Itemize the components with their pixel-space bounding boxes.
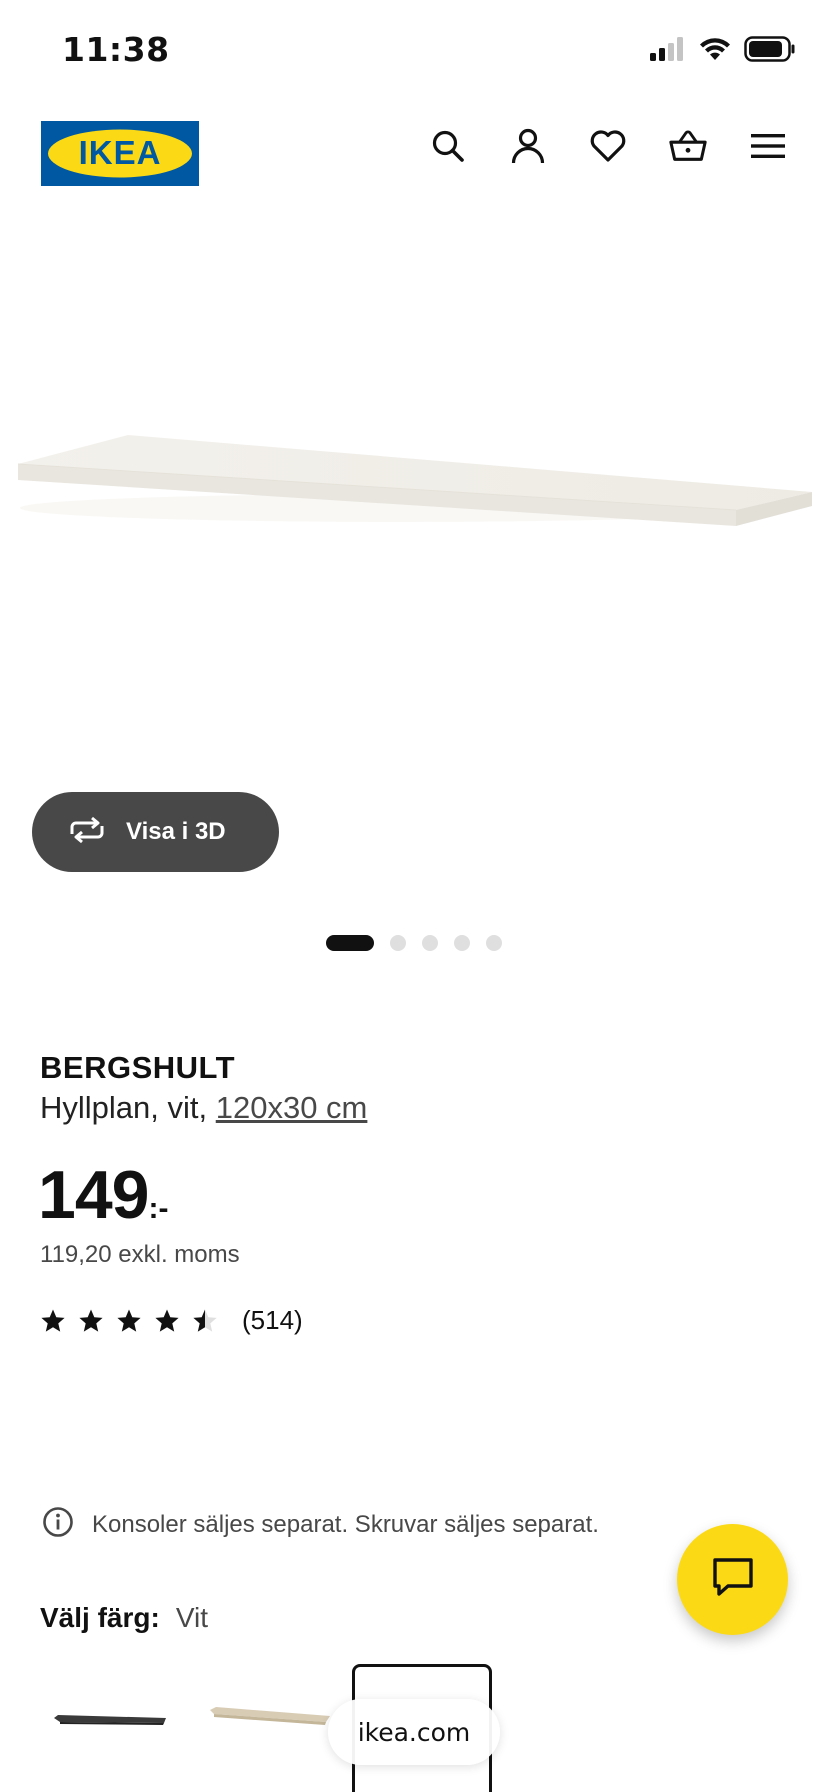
heart-icon[interactable]: [588, 126, 628, 166]
product-page: 11:38 IKEA Visa i 3D BERGSHULT Hyllplan,…: [0, 0, 828, 1792]
ikea-logo[interactable]: IKEA: [41, 121, 199, 186]
signal-icon: [650, 37, 686, 66]
info-icon: [42, 1506, 74, 1543]
rating-count: (514): [242, 1305, 303, 1335]
product-notice: Konsoler säljes separat. Skruvar säljes …: [42, 1506, 599, 1543]
color-selector: Välj färg: Vit: [40, 1602, 208, 1634]
product-name: BERGSHULT: [40, 1050, 236, 1085]
product-description: Hyllplan, vit, 120x30 cm: [40, 1090, 367, 1126]
star-icon: [41, 1309, 65, 1332]
rotate-3d-icon: [66, 816, 108, 849]
chat-button[interactable]: [677, 1524, 788, 1635]
gallery-dot-5[interactable]: [486, 935, 502, 951]
color-label: Välj färg:: [40, 1602, 160, 1633]
view-3d-label: Visa i 3D: [126, 818, 226, 845]
search-icon[interactable]: [428, 126, 468, 166]
star-icon: [117, 1309, 141, 1332]
gallery-dot-1[interactable]: [326, 935, 374, 951]
price-value: 149: [38, 1157, 149, 1233]
gallery-pagination: [326, 935, 502, 951]
cart-icon[interactable]: [668, 126, 708, 166]
notice-text: Konsoler säljes separat. Skruvar säljes …: [92, 1510, 599, 1538]
color-swatch-black-brown[interactable]: [40, 1664, 180, 1792]
price-suffix: :-: [148, 1192, 169, 1225]
menu-icon[interactable]: [748, 126, 788, 166]
chat-icon: [711, 1556, 755, 1603]
star-icon: [155, 1309, 179, 1332]
status-bar: 11:38: [0, 0, 828, 96]
view-3d-button[interactable]: Visa i 3D: [32, 792, 279, 872]
gallery-dot-3[interactable]: [422, 935, 438, 951]
product-price: 149 :-: [38, 1156, 168, 1234]
color-swatch-white-stained-oak[interactable]: [200, 1664, 340, 1792]
star-icon: [79, 1309, 103, 1332]
gallery-dot-4[interactable]: [454, 935, 470, 951]
header-actions: [428, 126, 788, 166]
url-text: ikea.com: [357, 1717, 471, 1747]
status-time: 11:38: [62, 30, 170, 69]
wifi-icon: [698, 36, 732, 67]
battery-icon: [744, 36, 796, 67]
product-description-text: Hyllplan, vit,: [40, 1090, 216, 1125]
price-excl-vat: 119,20 exkl. moms: [40, 1241, 240, 1268]
color-value: Vit: [175, 1602, 208, 1633]
half-star-icon: [193, 1309, 217, 1332]
product-rating[interactable]: (514): [40, 1305, 303, 1336]
product-size-link[interactable]: 120x30 cm: [216, 1090, 368, 1125]
status-icons: [650, 36, 796, 67]
rating-stars: [40, 1308, 218, 1334]
site-header: IKEA: [0, 96, 828, 210]
browser-url-bar[interactable]: ikea.com: [328, 1699, 500, 1765]
gallery-dot-2[interactable]: [390, 935, 406, 951]
account-icon[interactable]: [508, 126, 548, 166]
svg-text:IKEA: IKEA: [79, 134, 162, 171]
